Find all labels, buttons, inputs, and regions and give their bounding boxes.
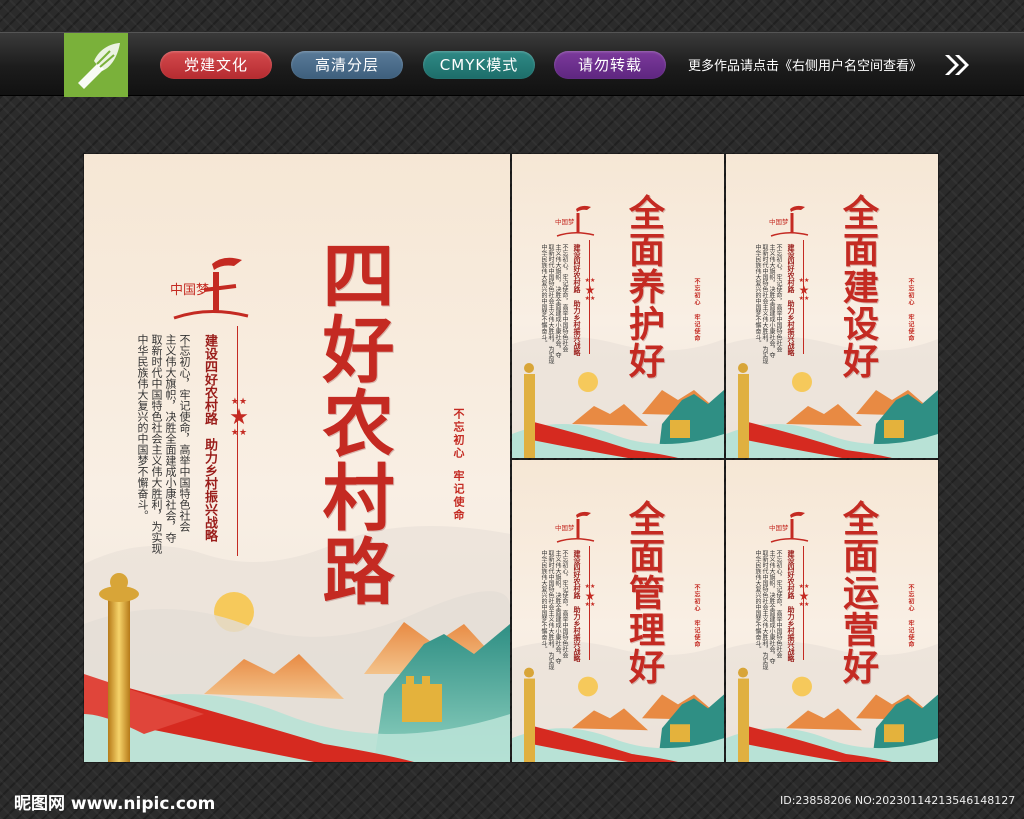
poster-subtitle: 建设四好农村路 助力乡村振兴战略 bbox=[787, 550, 795, 662]
star-ornament: ★★ ★ ★★ bbox=[798, 583, 810, 608]
pen-nib-icon bbox=[64, 33, 128, 97]
seal-line-2: 牢记使命 bbox=[452, 470, 465, 522]
star-ornament: ★★ ★ ★★ bbox=[229, 397, 249, 438]
seal-line-1: 不忘初心 bbox=[693, 584, 700, 612]
logo-text: 中国梦 bbox=[555, 217, 575, 226]
body-line-4: 中华民族伟大复兴的中国梦不懈奋斗。 bbox=[540, 550, 547, 652]
china-dream-logo: 中国梦 bbox=[170, 257, 249, 320]
small-poster-3: 中国梦 全面管理好 建设四好农村路 助力乡村振兴战略 ★★ ★ ★★ 不忘初心，牢记… bbox=[512, 460, 724, 762]
poster-subtitle: 建设四好农村路 助力乡村振兴战略 bbox=[573, 244, 581, 356]
body-line-4: 中华民族伟大复兴的中国梦不懈奋斗。 bbox=[540, 244, 547, 346]
logo-text: 中国梦 bbox=[769, 217, 789, 226]
body-line-3: 取新时代中国特色社会主义伟大胜利，为实现 bbox=[150, 334, 163, 554]
divider-line bbox=[237, 326, 238, 556]
china-dream-logo: 中国梦 bbox=[555, 205, 595, 237]
china-dream-logo: 中国梦 bbox=[555, 511, 595, 543]
small-poster-4: 中国梦 全面运营好 建设四好农村路 助力乡村振兴战略 ★★ ★ ★★ 不忘初心，牢记… bbox=[726, 460, 938, 762]
logo-text: 中国梦 bbox=[769, 523, 789, 532]
star-ornament: ★★ ★ ★★ bbox=[798, 277, 810, 302]
body-line-2: 主义伟大旗帜，决胜全面建成小康社会，夺 bbox=[164, 334, 177, 543]
china-dream-logo: 中国梦 bbox=[769, 511, 809, 543]
more-works-link[interactable]: 更多作品请点击《右侧用户名空间查看》 bbox=[688, 55, 922, 74]
poster-title: 全面养护好 bbox=[623, 194, 665, 379]
seal-line-1: 不忘初心 bbox=[693, 278, 700, 306]
poster-subtitle: 建设四好农村路 助力乡村振兴战略 bbox=[573, 550, 581, 662]
poster-subtitle: 建设四好农村路 助力乡村振兴战略 bbox=[787, 244, 795, 356]
body-line-1: 不忘初心，牢记使命，高举中国特色社会 bbox=[178, 334, 191, 532]
double-chevron-right-icon[interactable] bbox=[943, 52, 971, 78]
top-banner: 党建文化 高清分层 CMYK模式 请勿转载 更多作品请点击《右侧用户名空间查看》 bbox=[0, 32, 1024, 97]
poster-title: 四好农村路 bbox=[310, 238, 395, 608]
body-line-4: 中华民族伟大复兴的中国梦不懈奋斗。 bbox=[754, 550, 761, 652]
seal-line-2: 牢记使命 bbox=[907, 314, 914, 342]
poster-title: 全面运营好 bbox=[837, 500, 879, 685]
logo-text: 中国梦 bbox=[555, 523, 575, 532]
seal-line-1: 不忘初心 bbox=[452, 408, 465, 460]
seal-line-1: 不忘初心 bbox=[907, 584, 914, 612]
seal-line-1: 不忘初心 bbox=[907, 278, 914, 306]
seal-line-2: 牢记使命 bbox=[907, 620, 914, 648]
poster-title: 全面管理好 bbox=[623, 500, 665, 685]
china-dream-logo: 中国梦 bbox=[769, 205, 809, 237]
small-poster-2: 中国梦 全面建设好 建设四好农村路 助力乡村振兴战略 ★★ ★ ★★ 不忘初心，牢记… bbox=[726, 154, 938, 458]
tag-hd-layers[interactable]: 高清分层 bbox=[291, 51, 403, 79]
seal-line-2: 牢记使命 bbox=[693, 314, 700, 342]
site-watermark: 昵图网 www.nipic.com bbox=[14, 794, 216, 814]
tag-no-repost[interactable]: 请勿转载 bbox=[554, 51, 666, 79]
star-ornament: ★★ ★ ★★ bbox=[584, 583, 596, 608]
tag-cmyk-mode[interactable]: CMYK模式 bbox=[423, 51, 535, 79]
poster-subtitle: 建设四好农村路 助力乡村振兴战略 bbox=[202, 334, 217, 542]
tag-party-culture[interactable]: 党建文化 bbox=[160, 51, 272, 79]
image-id: ID:23858206 NO:20230114213546148127 bbox=[780, 794, 1016, 807]
logo-text: 中国梦 bbox=[170, 283, 209, 298]
star-ornament: ★★ ★ ★★ bbox=[584, 277, 596, 302]
body-line-4: 中华民族伟大复兴的中国梦不懈奋斗。 bbox=[754, 244, 761, 346]
small-poster-1: 中国梦 全面养护好 建设四好农村路 助力乡村振兴战略 ★★ ★ ★★ 不忘初心，牢记… bbox=[512, 154, 724, 458]
main-poster: 中国梦 四好农村路 建设四好农村路 助力乡村振兴战略 ★★ ★ ★★ 不忘初心，牢记… bbox=[84, 154, 510, 762]
poster-title: 全面建设好 bbox=[837, 194, 879, 379]
body-line-4: 中华民族伟大复兴的中国梦不懈奋斗。 bbox=[136, 334, 149, 521]
seal-line-2: 牢记使命 bbox=[693, 620, 700, 648]
